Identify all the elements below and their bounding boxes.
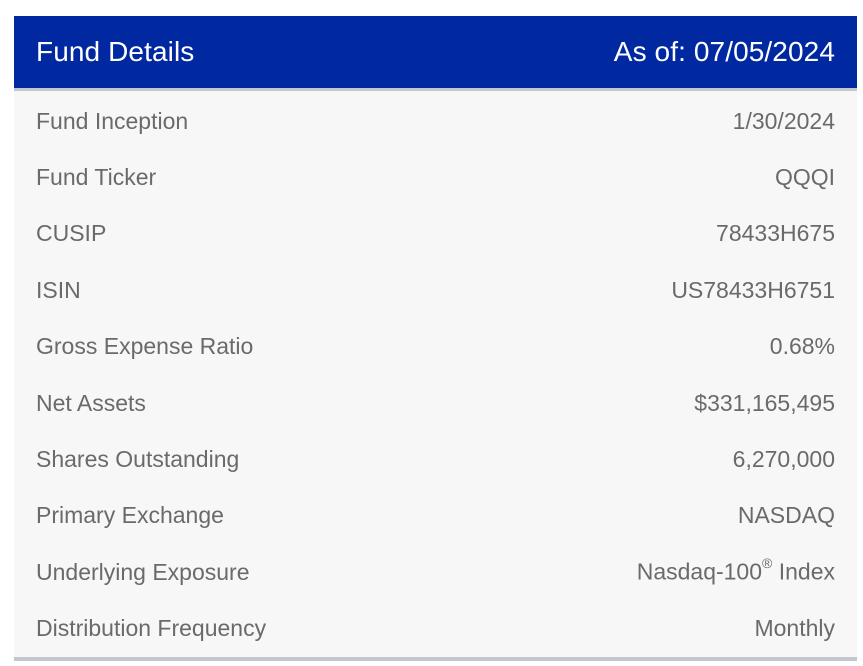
row-isin: ISIN US78433H6751 xyxy=(14,262,857,318)
as-of-date: As of: 07/05/2024 xyxy=(613,36,835,67)
row-label: Underlying Exposure xyxy=(36,558,250,585)
fund-details-header: Fund Details As of: 07/05/2024 xyxy=(14,16,857,88)
row-value: 78433H675 xyxy=(716,220,835,247)
row-value: $331,165,495 xyxy=(694,389,835,416)
fund-details-panel: Fund Details As of: 07/05/2024 Fund Ince… xyxy=(14,16,857,661)
row-value: NASDAQ xyxy=(737,502,835,529)
row-label: Net Assets xyxy=(36,389,146,416)
row-fund-inception: Fund Inception 1/30/2024 xyxy=(14,93,857,149)
row-primary-exchange: Primary Exchange NASDAQ xyxy=(14,488,857,544)
row-label: Fund Inception xyxy=(36,107,189,134)
value-suffix: Index xyxy=(772,559,835,586)
panel-title: Fund Details xyxy=(36,36,195,67)
row-label: Gross Expense Ratio xyxy=(36,333,254,360)
row-value: 1/30/2024 xyxy=(732,107,835,134)
fund-details-table: Fund Inception 1/30/2024 Fund Ticker QQQ… xyxy=(14,91,857,657)
row-cusip: CUSIP 78433H675 xyxy=(14,206,857,262)
footer-divider xyxy=(14,656,857,661)
row-label: CUSIP xyxy=(36,220,107,247)
row-label: Shares Outstanding xyxy=(36,446,240,473)
row-label: Primary Exchange xyxy=(36,502,224,529)
row-value: Nasdaq-100® Index xyxy=(636,555,835,586)
row-net-assets: Net Assets $331,165,495 xyxy=(14,375,857,431)
row-value: 0.68% xyxy=(769,333,835,360)
row-value: Monthly xyxy=(754,615,835,642)
row-label: ISIN xyxy=(36,276,81,303)
row-distribution-frequency: Distribution Frequency Monthly xyxy=(14,601,857,657)
registered-mark: ® xyxy=(762,555,773,572)
row-shares-outstanding: Shares Outstanding 6,270,000 xyxy=(14,431,857,487)
row-value: US78433H6751 xyxy=(671,276,835,303)
row-gross-expense-ratio: Gross Expense Ratio 0.68% xyxy=(14,319,857,375)
row-value: 6,270,000 xyxy=(732,446,835,473)
row-value: QQQI xyxy=(774,164,835,191)
row-label: Fund Ticker xyxy=(36,164,157,191)
row-underlying-exposure: Underlying Exposure Nasdaq-100® Index xyxy=(14,544,857,600)
row-fund-ticker: Fund Ticker QQQI xyxy=(14,149,857,205)
row-label: Distribution Frequency xyxy=(36,615,267,642)
value-prefix: Nasdaq-100 xyxy=(636,559,763,586)
